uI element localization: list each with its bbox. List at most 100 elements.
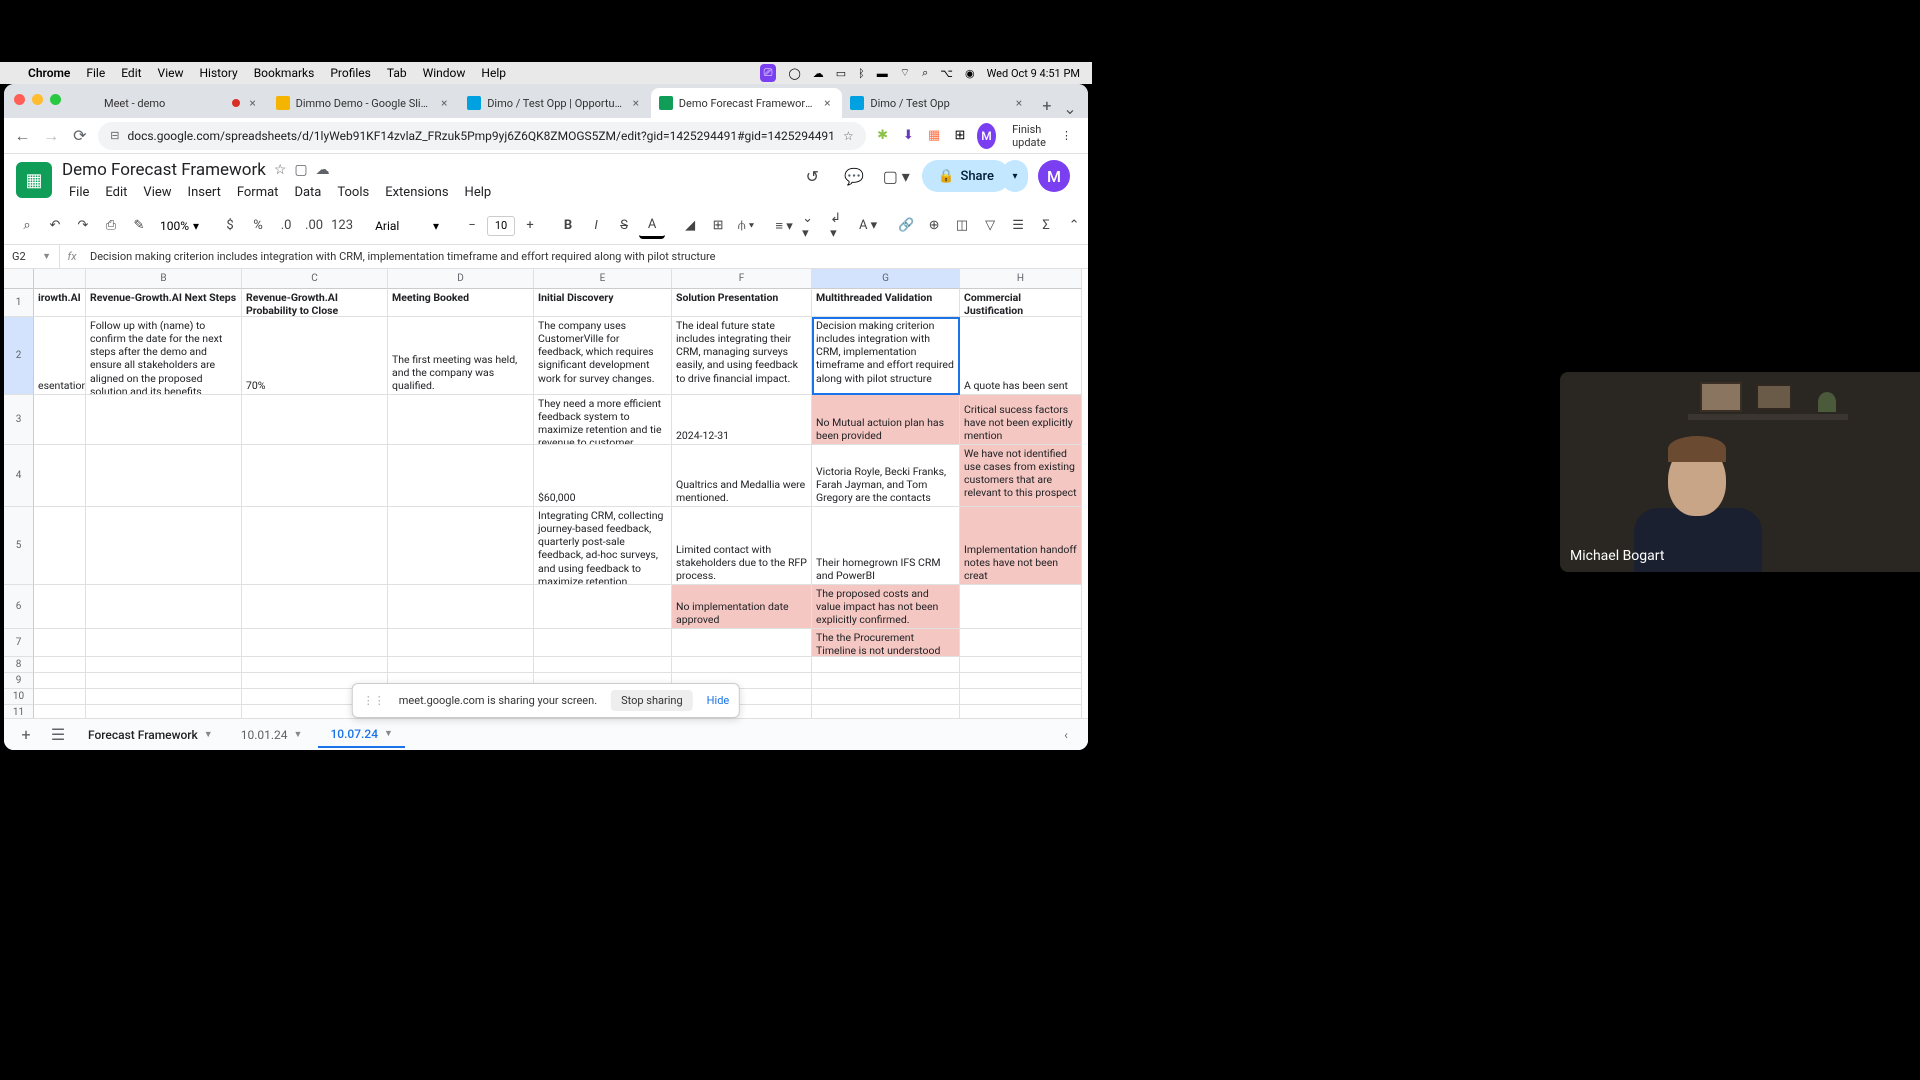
cell[interactable]	[86, 705, 242, 718]
ext-2-icon[interactable]: ⬇	[899, 124, 917, 148]
sheet-tab-main[interactable]: Forecast Framework▼	[76, 723, 225, 747]
menu-window[interactable]: Window	[423, 66, 466, 80]
cell[interactable]	[86, 657, 242, 673]
tab-meet[interactable]: Meet - demo ×	[76, 88, 268, 118]
profile-avatar[interactable]: M	[977, 123, 996, 149]
cell[interactable]	[388, 585, 534, 629]
cell[interactable]	[34, 657, 86, 673]
sheets-menu-tools[interactable]: Tools	[330, 182, 376, 203]
grid[interactable]: B C D E F G H 1 irowth.AI Revenue-Growth…	[4, 269, 1088, 718]
cell[interactable]: 70%	[242, 317, 388, 395]
cell[interactable]: $60,000	[534, 445, 672, 507]
fontsize-input[interactable]	[487, 216, 515, 236]
new-tab-button[interactable]: +	[1034, 92, 1060, 118]
filterviews-button[interactable]: ☰	[1005, 213, 1031, 239]
cell[interactable]: irowth.AI	[34, 289, 86, 317]
cell[interactable]: Follow up with (name) to confirm the dat…	[86, 317, 242, 395]
fontsize-decrease[interactable]: −	[459, 213, 485, 239]
dec-increase-button[interactable]: .00	[301, 213, 327, 239]
cell[interactable]	[388, 395, 534, 445]
cell[interactable]	[242, 507, 388, 585]
valign-button[interactable]: ⌄ ▾	[799, 213, 825, 239]
formula-input[interactable]: Decision making criterion includes integ…	[84, 250, 1088, 263]
status-screenshare-icon[interactable]: ⎚	[760, 64, 777, 82]
italic-button[interactable]: I	[583, 213, 609, 239]
status-control-icon[interactable]: ⌥	[940, 67, 953, 80]
row-header-3[interactable]: 3	[4, 395, 34, 445]
cell[interactable]	[960, 657, 1082, 673]
menu-view[interactable]: View	[158, 66, 184, 80]
bold-button[interactable]: B	[555, 213, 581, 239]
row-header-10[interactable]: 10	[4, 689, 34, 705]
cell[interactable]: Multithreaded Validation	[812, 289, 960, 317]
link-button[interactable]: 🔗	[893, 213, 919, 239]
col-header[interactable]	[34, 269, 86, 289]
col-header-E[interactable]: E	[534, 269, 672, 289]
cell[interactable]	[34, 689, 86, 705]
cell[interactable]: 2024-12-31	[672, 395, 812, 445]
cell[interactable]: The first meeting was held, and the comp…	[388, 317, 534, 395]
cell[interactable]	[242, 445, 388, 507]
cell[interactable]: The proposed costs and value impact has …	[812, 585, 960, 629]
functions-button[interactable]: Σ	[1033, 213, 1059, 239]
explore-icon[interactable]: ‹	[1052, 721, 1080, 749]
cell[interactable]: Victoria Royle, Becki Franks, Farah Jaym…	[812, 445, 960, 507]
status-cloud-icon[interactable]: ☁	[813, 67, 824, 80]
cell[interactable]	[86, 629, 242, 657]
paintformat-button[interactable]: ✎	[126, 213, 152, 239]
minimize-window-button[interactable]	[32, 94, 43, 105]
sheets-menu-format[interactable]: Format	[230, 182, 286, 203]
col-header-G[interactable]: G	[812, 269, 960, 289]
fontsize-increase[interactable]: +	[517, 213, 543, 239]
status-loom-icon[interactable]: ◯	[788, 67, 800, 80]
hide-notice-button[interactable]: Hide	[707, 694, 730, 707]
row-header-2[interactable]: 2	[4, 317, 34, 395]
tab-slides[interactable]: Dimmo Demo - Google Slides ×	[268, 88, 460, 118]
status-bluetooth-icon[interactable]: ᛒ	[858, 67, 865, 80]
sheets-menu-help[interactable]: Help	[458, 182, 499, 203]
undo-button[interactable]: ↶	[42, 213, 68, 239]
cell[interactable]: Integrating CRM, collecting journey-base…	[534, 507, 672, 585]
cell[interactable]	[388, 445, 534, 507]
cell[interactable]	[960, 673, 1082, 689]
col-header-B[interactable]: B	[86, 269, 242, 289]
cell[interactable]	[86, 689, 242, 705]
cell[interactable]	[960, 585, 1082, 629]
share-button[interactable]: 🔒 Share	[922, 160, 1010, 192]
close-tab-icon[interactable]: ×	[1012, 96, 1026, 110]
cell[interactable]	[812, 673, 960, 689]
format-123-button[interactable]: 123	[329, 213, 355, 239]
all-sheets-button[interactable]: ☰	[44, 721, 72, 749]
cell[interactable]: Critical sucess factors have not been ex…	[960, 395, 1082, 445]
col-header-H[interactable]: H	[960, 269, 1082, 289]
status-battery-icon[interactable]: ▬	[877, 67, 888, 80]
app-name[interactable]: Chrome	[28, 66, 70, 80]
status-siri-icon[interactable]: ◉	[965, 67, 975, 80]
sheets-menu-insert[interactable]: Insert	[181, 182, 228, 203]
row-header-7[interactable]: 7	[4, 629, 34, 657]
print-button[interactable]: ⎙	[98, 213, 124, 239]
zoom-select[interactable]: 100% ▾	[154, 219, 205, 233]
chart-button[interactable]: ◫	[949, 213, 975, 239]
cell[interactable]	[34, 507, 86, 585]
cell[interactable]: No implementation date approved	[672, 585, 812, 629]
status-datetime[interactable]: Wed Oct 9 4:51 PM	[987, 67, 1080, 80]
cell[interactable]	[34, 585, 86, 629]
cell[interactable]	[34, 673, 86, 689]
row-header-1[interactable]: 1	[4, 289, 34, 317]
back-button[interactable]: ←	[12, 122, 33, 150]
dec-decrease-button[interactable]: .0	[273, 213, 299, 239]
close-tab-icon[interactable]: ×	[629, 96, 643, 110]
cell[interactable]	[534, 657, 672, 673]
menu-bookmarks[interactable]: Bookmarks	[254, 66, 315, 80]
col-header-F[interactable]: F	[672, 269, 812, 289]
cell[interactable]	[388, 657, 534, 673]
stop-sharing-button[interactable]: Stop sharing	[611, 690, 693, 711]
cell[interactable]	[672, 629, 812, 657]
cell[interactable]: The company uses CustomerVille for feedb…	[534, 317, 672, 395]
sheets-menu-extensions[interactable]: Extensions	[378, 182, 455, 203]
tab-sheets[interactable]: Demo Forecast Framework - ×	[651, 88, 843, 118]
cell[interactable]	[86, 445, 242, 507]
cell[interactable]: Initial Discovery	[534, 289, 672, 317]
comments-icon[interactable]: 💬	[838, 160, 870, 192]
